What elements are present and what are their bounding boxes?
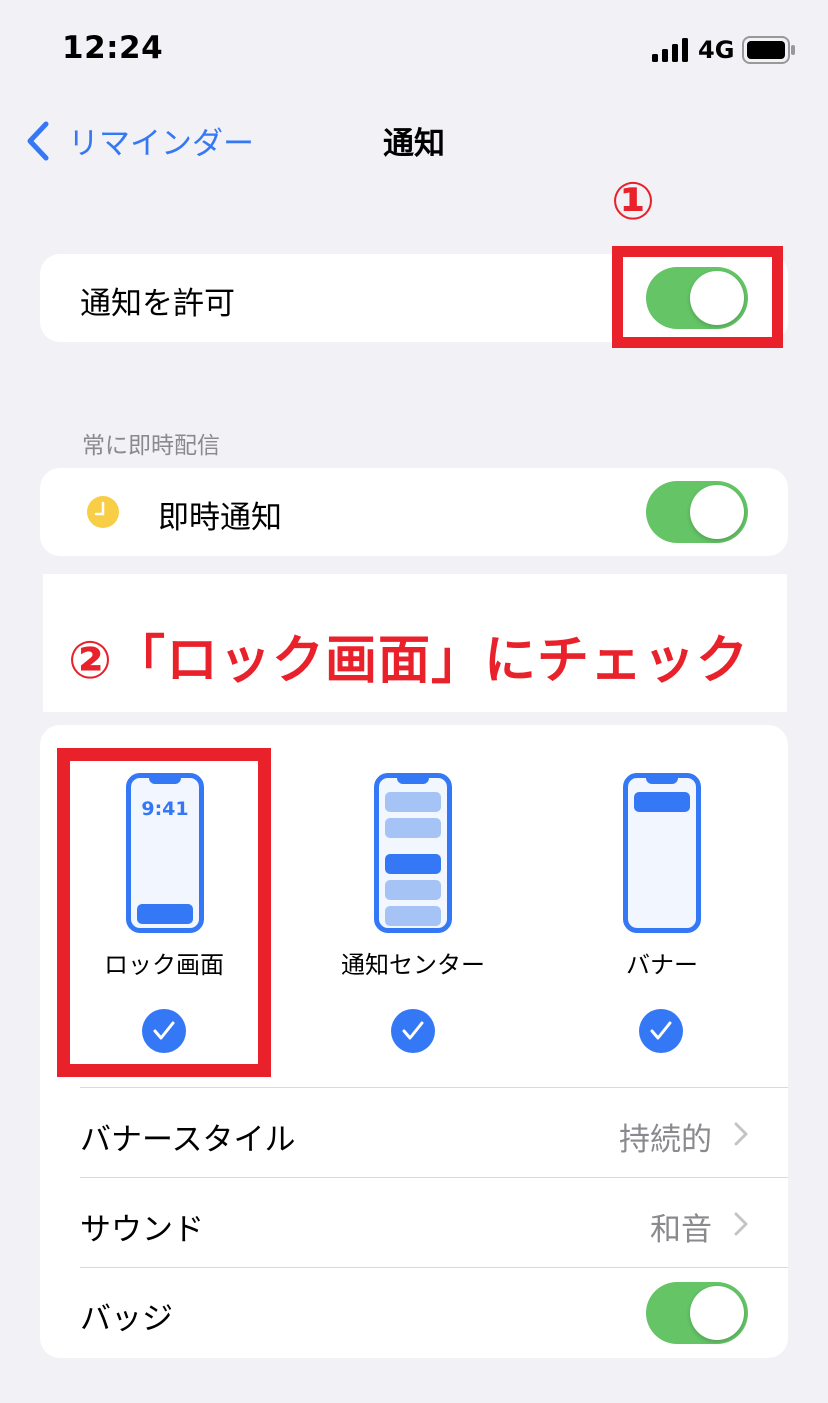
network-type: 4G [698, 36, 735, 64]
sound-row[interactable]: サウンド 和音 [40, 1178, 788, 1267]
toggle-knob [690, 485, 744, 539]
clock-icon [87, 496, 119, 528]
sound-value: 和音 [650, 1212, 712, 1248]
step-1-marker: ① [611, 172, 656, 232]
badges-label: バッジ [80, 1301, 173, 1337]
section-header: 常に即時配信 [82, 433, 220, 459]
time-sensitive-label: 即時通知 [158, 500, 282, 536]
sound-label: サウンド [80, 1212, 204, 1248]
battery-icon [742, 36, 795, 64]
banner-style-value: 持続的 [619, 1122, 712, 1158]
checkmark-icon [650, 1021, 672, 1040]
allow-notifications-label: 通知を許可 [80, 286, 235, 322]
notification-center-preview[interactable] [374, 773, 452, 933]
checkmark-icon [402, 1021, 424, 1040]
divider [80, 1267, 788, 1268]
phone-notch [397, 776, 429, 784]
status-time: 12:24 [62, 30, 164, 66]
phone-notch [646, 776, 678, 784]
banner-preview[interactable] [623, 773, 701, 933]
preview-notification [385, 880, 441, 900]
time-sensitive-toggle[interactable] [646, 481, 748, 543]
page-title: 通知 [383, 126, 445, 162]
banner-style-row[interactable]: バナースタイル 持続的 [40, 1088, 788, 1177]
toggle-highlight-box [612, 246, 783, 348]
badges-toggle[interactable] [646, 1282, 748, 1344]
preview-notification [385, 906, 441, 926]
preview-notification [385, 818, 441, 838]
chevron-right-icon [734, 1212, 748, 1236]
notification-center-label: 通知センター [341, 951, 485, 979]
banner-checkmark[interactable] [639, 1009, 683, 1053]
banner-style-label: バナースタイル [80, 1122, 296, 1158]
preview-notification [634, 792, 690, 812]
cellular-signal-icon [652, 38, 688, 62]
lock-screen-highlight-box [57, 748, 271, 1077]
step-2-callout: ②「ロック画面」にチェック [68, 631, 750, 691]
toggle-knob [690, 1286, 744, 1340]
chevron-right-icon [734, 1122, 748, 1146]
banner-label: バナー [626, 951, 698, 979]
preview-notification [385, 792, 441, 812]
notification-center-checkmark[interactable] [391, 1009, 435, 1053]
preview-notification [385, 854, 441, 874]
time-sensitive-card: 即時通知 [40, 468, 788, 556]
